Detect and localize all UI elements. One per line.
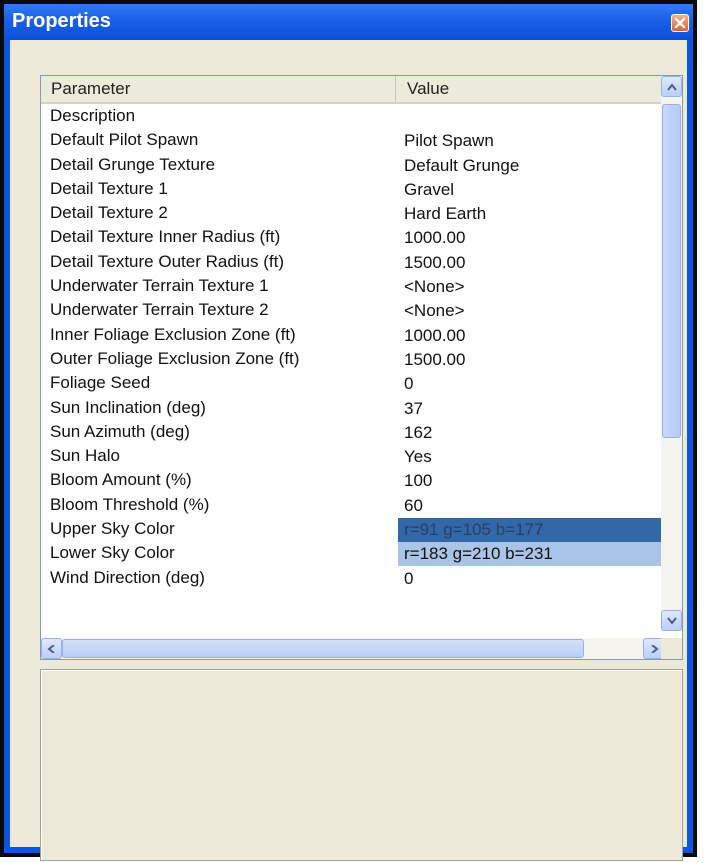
parameter-name: Sun Halo — [50, 446, 120, 466]
parameter-name: Foliage Seed — [50, 373, 151, 393]
parameter-value[interactable]: 0 — [398, 567, 663, 591]
parameter-value[interactable] — [398, 105, 663, 129]
parameter-name: Lower Sky Color — [50, 543, 175, 563]
property-row[interactable]: Sun Halo Yes — [41, 445, 664, 469]
parameter-value[interactable]: Hard Earth — [398, 202, 663, 226]
parameter-value[interactable]: 0 — [398, 372, 663, 396]
property-row[interactable]: Default Pilot Spawn Pilot Spawn — [41, 129, 664, 153]
horizontal-scroll-thumb[interactable] — [62, 639, 584, 658]
parameter-name: Inner Foliage Exclusion Zone (ft) — [50, 324, 296, 344]
property-row[interactable]: Underwater Terrain Texture 2 <None> — [41, 299, 664, 323]
column-header-value[interactable]: Value — [397, 76, 664, 102]
parameter-value[interactable]: <None> — [398, 275, 663, 299]
scroll-up-button[interactable] — [661, 76, 682, 97]
property-grid[interactable]: Parameter Value Description Default Pilot… — [40, 75, 683, 660]
arrow-up-icon — [666, 82, 677, 91]
parameter-value[interactable]: 1000.00 — [398, 226, 663, 250]
parameter-value[interactable]: 60 — [398, 494, 663, 518]
property-row[interactable]: Bloom Amount (%) 100 — [41, 469, 664, 493]
property-row[interactable]: Detail Texture 1 Gravel — [41, 178, 664, 202]
parameter-name: Detail Grunge Texture — [50, 154, 216, 174]
window-client-area: Parameter Value Description Default Pilot… — [10, 40, 687, 861]
properties-window: Properties Parameter Value Description De… — [0, 0, 697, 861]
parameter-value[interactable]: Default Grunge — [398, 154, 663, 178]
parameter-value[interactable]: 1000.00 — [398, 324, 663, 348]
parameter-name: Upper Sky Color — [50, 519, 175, 539]
property-row[interactable]: Sun Azimuth (deg) 162 — [41, 421, 664, 445]
description-panel — [40, 669, 683, 861]
parameter-value[interactable]: Pilot Spawn — [398, 129, 663, 153]
scrollbar-corner — [661, 638, 682, 659]
parameter-name: Detail Texture 2 — [50, 203, 168, 223]
parameter-value[interactable]: <None> — [398, 299, 663, 323]
title-bar[interactable]: Properties — [4, 4, 693, 40]
property-row[interactable]: Detail Texture 2 Hard Earth — [41, 202, 664, 226]
property-row[interactable]: Underwater Terrain Texture 1 <None> — [41, 275, 664, 299]
parameter-name: Underwater Terrain Texture 2 — [50, 300, 269, 320]
parameter-name: Bloom Threshold (%) — [50, 494, 210, 514]
parameter-name: Bloom Amount (%) — [50, 470, 192, 490]
window-title: Properties — [12, 10, 111, 32]
horizontal-scrollbar[interactable] — [41, 638, 664, 659]
arrow-left-icon — [46, 644, 55, 653]
parameter-name: Underwater Terrain Texture 1 — [50, 276, 269, 296]
close-icon — [674, 17, 686, 29]
parameter-name: Detail Texture Inner Radius (ft) — [50, 227, 281, 247]
parameter-value[interactable]: 37 — [398, 397, 663, 421]
property-row[interactable]: Sun Inclination (deg) 37 — [41, 397, 664, 421]
parameter-value[interactable]: Gravel — [398, 178, 663, 202]
parameter-value[interactable]: 162 — [398, 421, 663, 445]
property-row[interactable]: Wind Direction (deg) 0 — [41, 567, 664, 591]
property-row[interactable]: Detail Texture Inner Radius (ft) 1000.00 — [41, 226, 664, 250]
arrow-right-icon — [650, 644, 659, 653]
property-row[interactable]: Bloom Threshold (%) 60 — [41, 494, 664, 518]
parameter-name: Default Pilot Spawn — [50, 130, 199, 150]
property-row[interactable]: Lower Sky Color r=183 g=210 b=231 — [41, 542, 664, 567]
parameter-name: Description — [50, 106, 136, 125]
scroll-left-button[interactable] — [41, 638, 62, 659]
grid-header: Parameter Value — [41, 76, 664, 104]
property-row[interactable]: Foliage Seed 0 — [41, 372, 664, 396]
property-row[interactable]: Description — [41, 105, 664, 129]
parameter-name: Detail Texture 1 — [50, 178, 168, 198]
vertical-scrollbar[interactable] — [661, 76, 682, 631]
close-button[interactable] — [671, 14, 689, 32]
parameter-name: Sun Azimuth (deg) — [50, 421, 190, 441]
parameter-value[interactable]: 1500.00 — [398, 348, 663, 372]
property-row[interactable]: Inner Foliage Exclusion Zone (ft) 1000.00 — [41, 324, 664, 348]
parameter-value[interactable]: r=91 g=105 b=177 — [398, 518, 663, 543]
parameter-name: Sun Inclination (deg) — [50, 397, 206, 417]
grid-rows: Description Default Pilot Spawn Pilot Spaw… — [41, 105, 664, 591]
property-row[interactable]: Upper Sky Color r=91 g=105 b=177 — [41, 518, 664, 543]
vertical-scroll-thumb[interactable] — [662, 104, 681, 438]
scroll-down-button[interactable] — [661, 610, 682, 631]
parameter-value[interactable]: Yes — [398, 445, 663, 469]
property-row[interactable]: Detail Grunge Texture Default Grunge — [41, 154, 664, 178]
column-header-parameter[interactable]: Parameter — [41, 76, 396, 102]
parameter-value[interactable]: r=183 g=210 b=231 — [398, 542, 663, 567]
parameter-name: Wind Direction (deg) — [50, 567, 205, 587]
parameter-name: Detail Texture Outer Radius (ft) — [50, 251, 284, 271]
parameter-name: Outer Foliage Exclusion Zone (ft) — [50, 348, 300, 368]
property-row[interactable]: Outer Foliage Exclusion Zone (ft) 1500.00 — [41, 348, 664, 372]
parameter-value[interactable]: 1500.00 — [398, 251, 663, 275]
property-row[interactable]: Detail Texture Outer Radius (ft) 1500.00 — [41, 251, 664, 275]
arrow-down-icon — [666, 616, 677, 625]
parameter-value[interactable]: 100 — [398, 469, 663, 493]
